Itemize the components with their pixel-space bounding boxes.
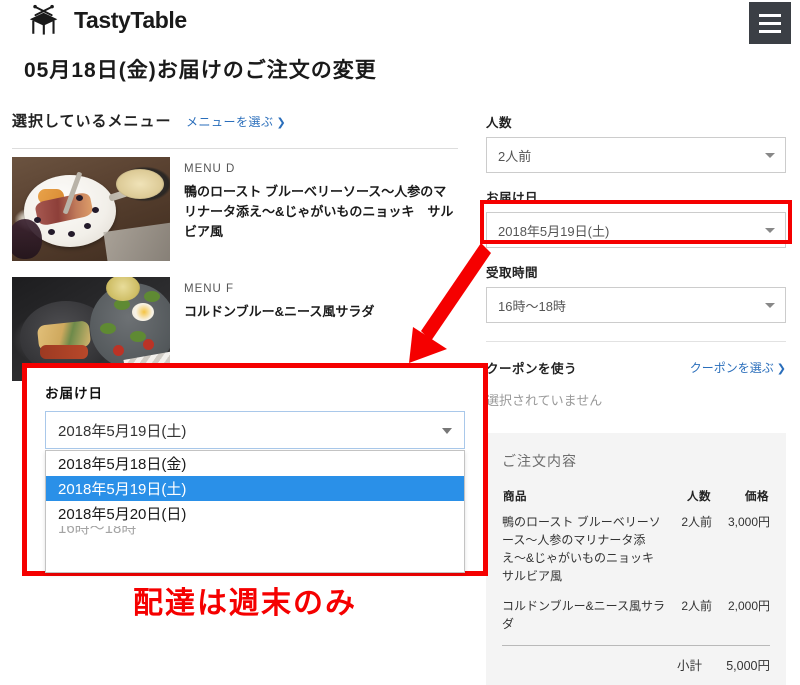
delivery-date-label: お届け日 [486,191,539,205]
chevron-down-icon [765,228,775,233]
subtotal-label: 小計 [676,659,702,673]
menu-code: MENU D [184,163,236,175]
chevron-right-icon: ❯ [776,363,786,375]
people-field: 人数 2人前 [486,112,786,173]
menu-details: MENU D 鴨のロースト ブルーベリーソース〜人参のマリナータ添え〜&じゃがい… [184,157,458,261]
order-item-price: 2,000円 [727,599,770,613]
brand-logo[interactable]: TastyTable [26,3,187,37]
callout-delivery-date-select[interactable]: 2018年5月19日(土) [45,411,465,449]
choose-menu-label: メニューを選ぶ [186,115,274,129]
chevron-right-icon: ❯ [276,117,287,129]
table-row: コルドンブルー&ニース風サラダ 2人前 2,000円 [502,595,770,643]
hamburger-bar [759,29,781,33]
selected-menu-title: 選択しているメニュー [12,113,172,130]
hamburger-bar [759,21,781,25]
delivery-date-select[interactable]: 2018年5月19日(土) [486,212,786,248]
dropdown-option-0[interactable]: 2018年5月18日(金) [46,451,464,476]
coupon-label: クーポンを使う [486,362,578,376]
delivery-date-value: 2018年5月19日(土) [498,223,610,239]
column-item: 商品 [503,491,527,503]
people-label: 人数 [486,116,513,130]
choose-menu-link[interactable]: メニューを選ぶ ❯ [186,113,286,130]
coupon-section: クーポンを使う クーポンを選ぶ ❯ [486,358,786,378]
table-row: 鴨のロースト ブルーベリーソース〜人参のマリナータ添え〜&じゃがいものニョッキ … [502,511,770,595]
order-item-name: コルドンブルー&ニース風サラダ [502,599,666,631]
dropdown-option-1[interactable]: 2018年5月19日(土) [46,476,464,501]
coupon-value: 選択されていません [486,393,603,408]
column-price: 価格 [745,491,769,503]
pickup-time-field: 受取時間 16時〜18時 [486,262,786,323]
table-with-crossed-utensils-icon [26,3,66,37]
delivery-date-field: お届け日 2018年5月19日(土) [486,187,786,248]
people-select[interactable]: 2人前 [486,137,786,173]
choose-coupon-link[interactable]: クーポンを選ぶ ❯ [690,359,786,376]
subtotal-row: 小計 5,000円 [502,655,770,674]
callout-delivery-date-label: お届け日 [45,386,103,401]
selected-menu-section: 選択しているメニュー メニューを選ぶ ❯ MENU D 鴨のロースト ブルーベリ… [0,110,470,389]
menu-name: コルドンブルー&ニース風サラダ [184,304,375,319]
dropdown-callout: お届け日 2018年5月19日(土) 2018年5月18日(金) 2018年5月… [22,363,488,576]
people-value: 2人前 [498,148,532,164]
obscured-field-behind: 16時〜18時 [46,526,464,550]
menu-name: 鴨のロースト ブルーベリーソース〜人参のマリナータ添え〜&じゃがいものニョッキ … [184,184,454,240]
hamburger-bar [759,13,781,17]
selected-menu-header: 選択しているメニュー メニューを選ぶ ❯ [0,110,470,148]
order-summary-title: ご注文内容 [502,453,577,469]
pickup-time-value: 16時〜18時 [498,298,566,314]
page-title: 05月18日(金)お届けのご注文の変更 [24,59,377,82]
list-item[interactable]: MENU D 鴨のロースト ブルーベリーソース〜人参のマリナータ添え〜&じゃがい… [0,149,470,269]
callout-selected-value: 2018年5月19日(土) [58,422,187,440]
column-qty: 人数 [687,491,711,503]
subtotal-value: 5,000円 [726,659,770,673]
order-summary-table: 商品 人数 価格 鴨のロースト ブルーベリーソース〜人参のマリナータ添え〜&じゃ… [502,487,770,643]
table-header-row: 商品 人数 価格 [502,487,770,511]
divider [502,645,770,646]
order-item-name: 鴨のロースト ブルーベリーソース〜人参のマリナータ添え〜&じゃがいものニョッキ … [502,515,667,583]
dropdown-option-2[interactable]: 2018年5月20日(日) [46,501,464,526]
dropdown-tail [46,550,464,572]
chevron-down-icon [765,153,775,158]
page-root: TastyTable 05月18日(金)お届けのご注文の変更 選択しているメニュ… [0,0,800,685]
order-form: 人数 2人前 お届け日 2018年5月19日(土) 受取時間 16時〜18時 ク… [486,112,786,409]
order-item-price: 3,000円 [727,515,770,529]
chevron-down-icon [442,428,452,434]
duck-roast-photo [12,157,170,261]
annotation-caption: 配達は週末のみ [133,587,357,620]
menu-code: MENU F [184,283,235,295]
chevron-down-icon [765,303,775,308]
order-summary-panel: ご注文内容 商品 人数 価格 鴨のロースト ブルーベリーソース〜人参のマリナータ… [486,433,786,685]
pickup-time-select[interactable]: 16時〜18時 [486,287,786,323]
choose-coupon-label: クーポンを選ぶ [689,361,774,375]
dropdown-options-list[interactable]: 2018年5月18日(金) 2018年5月19日(土) 2018年5月20日(日… [45,450,465,573]
site-header: TastyTable [0,0,800,46]
divider [486,341,786,342]
obscured-field-text: 16時〜18時 [58,526,137,537]
order-item-qty: 2人前 [681,599,712,613]
pickup-time-label: 受取時間 [486,266,539,280]
hamburger-menu-icon[interactable] [749,2,791,44]
order-item-qty: 2人前 [681,515,712,529]
brand-name: TastyTable [74,6,187,33]
